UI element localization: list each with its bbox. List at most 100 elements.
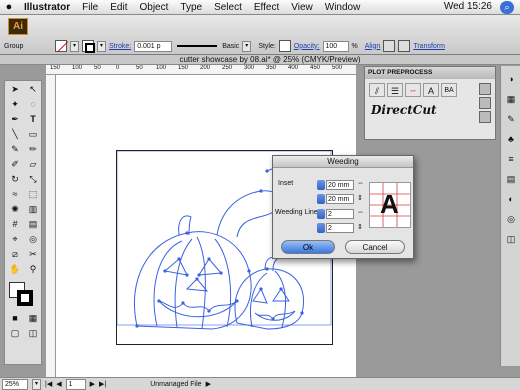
- free-transform-icon[interactable]: ⬚: [25, 187, 41, 201]
- fill-swatch[interactable]: [55, 40, 67, 52]
- first-page-icon[interactable]: |◀: [45, 380, 52, 388]
- draw-mode-icon[interactable]: ◫: [25, 326, 41, 340]
- color-mode-icon[interactable]: ■: [7, 311, 23, 325]
- eraser-icon[interactable]: ▱: [25, 157, 41, 171]
- weeding-2-field[interactable]: 2: [326, 223, 354, 233]
- stroke-panel-icon[interactable]: ≡: [503, 152, 519, 166]
- height-link-icon[interactable]: ⇕: [357, 194, 363, 202]
- brushes-panel-icon[interactable]: ✎: [503, 112, 519, 126]
- transparency-panel-icon[interactable]: ◐: [503, 192, 519, 206]
- status-arrow-icon[interactable]: ▶: [206, 380, 211, 388]
- apple-icon[interactable]: ●: [0, 1, 18, 13]
- inset-1-field[interactable]: 20 mm: [326, 180, 354, 190]
- menu-select[interactable]: Select: [208, 2, 248, 13]
- menu-view[interactable]: View: [285, 2, 319, 13]
- gradient-mode-icon[interactable]: ▦: [25, 311, 41, 325]
- pencil-icon[interactable]: ✏: [25, 142, 41, 156]
- weeding-h-icon[interactable]: ⇔: [357, 209, 364, 216]
- mesh-tool-icon[interactable]: #: [7, 217, 23, 231]
- weeding-1-field[interactable]: 2: [326, 209, 354, 219]
- prev-page-icon[interactable]: ◀: [56, 380, 61, 388]
- brush-line-icon[interactable]: [177, 45, 218, 47]
- stroke-link[interactable]: Stroke:: [109, 43, 131, 50]
- menu-window[interactable]: Window: [319, 2, 367, 13]
- symbols-panel-icon[interactable]: ♣: [503, 132, 519, 146]
- list-icon[interactable]: ☰: [387, 83, 403, 97]
- fill-dropdown[interactable]: ▾: [70, 40, 79, 52]
- stroke-box[interactable]: [17, 290, 33, 306]
- ok-button[interactable]: Ok: [281, 240, 335, 254]
- stroke-dropdown[interactable]: ▾: [97, 40, 106, 52]
- cancel-button[interactable]: Cancel: [345, 240, 405, 254]
- opacity-link[interactable]: Opacity:: [294, 43, 320, 50]
- swatches-panel-icon[interactable]: ▦: [503, 92, 519, 106]
- weeding-v-icon[interactable]: ⇕: [357, 223, 363, 231]
- inset-1-stepper[interactable]: [317, 180, 325, 190]
- menu-object[interactable]: Object: [133, 2, 174, 13]
- blob-brush-icon[interactable]: ✐: [7, 157, 23, 171]
- slice-tool-icon[interactable]: ⧄: [7, 247, 23, 261]
- inset-2-field[interactable]: 20 mm: [326, 194, 354, 204]
- zoom-dropdown[interactable]: ▾: [32, 378, 41, 390]
- weeding-1-stepper[interactable]: [317, 209, 325, 219]
- menu-effect[interactable]: Effect: [248, 2, 285, 13]
- vertical-ruler[interactable]: [46, 75, 56, 377]
- menu-type[interactable]: Type: [174, 2, 208, 13]
- style-swatch[interactable]: [278, 40, 291, 52]
- stroke-swatch[interactable]: [82, 40, 95, 53]
- layers-panel-icon[interactable]: ◫: [503, 232, 519, 246]
- align-icon[interactable]: [383, 40, 396, 52]
- tool-a-icon[interactable]: [479, 83, 491, 95]
- align-link[interactable]: Align: [365, 43, 381, 50]
- menu-app[interactable]: Illustrator: [18, 2, 76, 13]
- scissors-icon[interactable]: ✂: [25, 247, 41, 261]
- ba-icon[interactable]: BA: [441, 83, 457, 97]
- paintbrush-icon[interactable]: ✎: [7, 142, 23, 156]
- letter-a-icon[interactable]: A: [423, 83, 439, 97]
- clock[interactable]: Wed 15:26: [444, 1, 492, 12]
- screen-mode-icon[interactable]: ▢: [7, 326, 23, 340]
- width-link-icon[interactable]: ⇔: [357, 180, 364, 187]
- pen-tool-icon[interactable]: ✒: [7, 112, 23, 126]
- horizontal-ruler[interactable]: 150 100 50 0 50 100 150 200 250 300 350 …: [46, 65, 356, 75]
- eyedropper-icon[interactable]: ⌖: [7, 232, 23, 246]
- menu-edit[interactable]: Edit: [104, 2, 133, 13]
- inset-2-stepper[interactable]: [317, 194, 325, 204]
- graph-tool-icon[interactable]: ▥: [25, 202, 41, 216]
- brush-dropdown[interactable]: ▾: [242, 40, 252, 52]
- page-field[interactable]: 1: [65, 378, 86, 390]
- document-title[interactable]: cutter showcase by 08.ai* @ 25% (CMYK/Pr…: [160, 55, 380, 65]
- zoom-tool-icon[interactable]: ⚲: [25, 262, 41, 276]
- transform-link[interactable]: Transform: [413, 43, 445, 50]
- stroke-weight-field[interactable]: 0.001 p: [134, 40, 173, 52]
- blend-tool-icon[interactable]: ◎: [25, 232, 41, 246]
- menu-file[interactable]: File: [76, 2, 104, 13]
- warp-tool-icon[interactable]: ≈: [7, 187, 23, 201]
- distribute-icon[interactable]: [398, 40, 411, 52]
- tool-b-icon[interactable]: [479, 97, 491, 109]
- magic-wand-icon[interactable]: ✦: [7, 97, 23, 111]
- zoom-field[interactable]: 25%: [2, 378, 28, 390]
- selection-tool-icon[interactable]: ➤: [7, 82, 23, 96]
- dash-icon[interactable]: ┄: [405, 83, 421, 97]
- dialog-title[interactable]: Weeding: [273, 156, 413, 168]
- knife-icon[interactable]: ⫽: [369, 83, 385, 97]
- type-tool-icon[interactable]: T: [25, 112, 41, 126]
- spotlight-icon[interactable]: ⌕: [500, 1, 514, 14]
- gradient-tool-icon[interactable]: ▤: [25, 217, 41, 231]
- status-text[interactable]: Unmanaged File: [150, 381, 201, 388]
- tool-c-icon[interactable]: [479, 111, 491, 123]
- symbol-sprayer-icon[interactable]: ✺: [7, 202, 23, 216]
- line-tool-icon[interactable]: ╲: [7, 127, 23, 141]
- panel-title[interactable]: PLOT PREPROCESS: [365, 67, 495, 79]
- rotate-tool-icon[interactable]: ↻: [7, 172, 23, 186]
- hand-tool-icon[interactable]: ✋: [7, 262, 23, 276]
- fill-stroke-selector[interactable]: [7, 280, 41, 310]
- last-page-icon[interactable]: ▶|: [99, 380, 106, 388]
- lasso-icon[interactable]: ◌: [25, 97, 41, 111]
- opacity-field[interactable]: 100: [322, 40, 349, 52]
- gradient-panel-icon[interactable]: ▤: [503, 172, 519, 186]
- appearance-panel-icon[interactable]: ◎: [503, 212, 519, 226]
- next-page-icon[interactable]: ▶: [90, 380, 95, 388]
- weeding-2-stepper[interactable]: [317, 223, 325, 233]
